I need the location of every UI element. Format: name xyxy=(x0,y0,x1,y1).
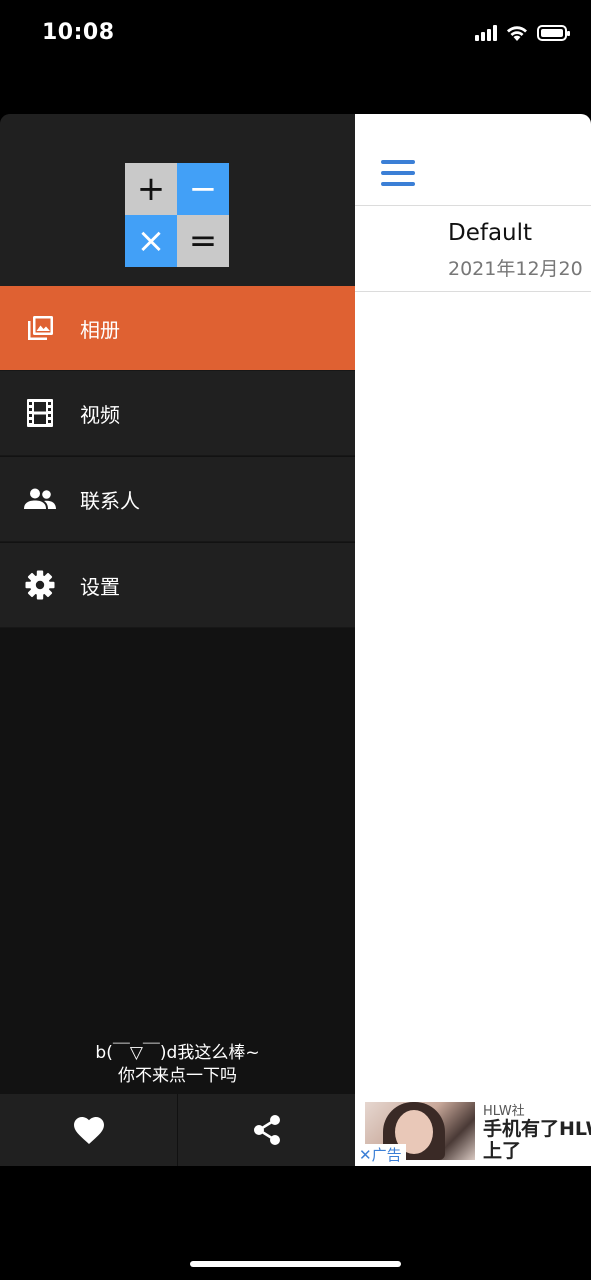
ad-source: HLW社 xyxy=(483,1104,525,1119)
calculator-logo: + − × = xyxy=(125,163,229,267)
menu-item-label: 视频 xyxy=(80,402,120,427)
menu-item-album[interactable]: 相册 xyxy=(0,286,355,371)
menu-item-contacts[interactable]: 联系人 xyxy=(0,457,355,542)
share-button[interactable] xyxy=(177,1094,355,1166)
home-indicator[interactable] xyxy=(190,1261,401,1267)
share-icon xyxy=(253,1115,280,1145)
status-icons xyxy=(475,24,570,42)
cellular-signal-icon xyxy=(475,25,497,41)
like-button[interactable] xyxy=(0,1094,177,1166)
ad-banner[interactable]: ✕广告 HLW社 手机有了HLW 上了 xyxy=(355,1096,591,1166)
photo-library-icon xyxy=(0,286,80,371)
ad-close-button[interactable]: ✕广告 xyxy=(355,1144,406,1166)
app-window: + − × = 相册 视频 联系人 设置 b(￣▽￣)d我这么棒~ 你不来点一下… xyxy=(0,114,591,1166)
status-time: 10:08 xyxy=(42,20,115,45)
ad-title-line-2: 上了 xyxy=(483,1140,522,1162)
album-date: 2021年12月20 xyxy=(448,258,583,280)
app-toolbar xyxy=(355,114,591,206)
logo-minus: − xyxy=(177,163,229,215)
menu-item-label: 设置 xyxy=(80,574,120,599)
navigation-drawer: + − × = 相册 视频 联系人 设置 b(￣▽￣)d我这么棒~ 你不来点一下… xyxy=(0,114,355,1166)
film-icon xyxy=(0,371,80,456)
ad-title-line-1: 手机有了HLW xyxy=(483,1118,591,1140)
menu-item-label: 联系人 xyxy=(80,488,140,513)
gear-icon xyxy=(0,543,80,628)
menu-item-settings[interactable]: 设置 xyxy=(0,543,355,628)
logo-equals: = xyxy=(177,215,229,267)
heart-icon xyxy=(73,1116,104,1144)
logo-times: × xyxy=(125,215,177,267)
menu-icon[interactable] xyxy=(381,160,415,186)
drawer-slogan: b(￣▽￣)d我这么棒~ 你不来点一下吗 xyxy=(0,1042,355,1088)
main-panel: Default 2021年12月20 ✕广告 HLW社 手机有了HLW 上了 xyxy=(355,114,591,1166)
wifi-icon xyxy=(507,26,527,41)
drawer-footer xyxy=(0,1094,355,1166)
album-name: Default xyxy=(448,220,533,246)
menu-item-label: 相册 xyxy=(80,317,120,342)
album-list-item[interactable]: Default 2021年12月20 xyxy=(355,206,591,292)
people-icon xyxy=(0,457,80,542)
logo-plus: + xyxy=(125,163,177,215)
battery-icon xyxy=(537,25,570,41)
slogan-line-1: b(￣▽￣)d我这么棒~ xyxy=(95,1043,260,1063)
status-bar: 10:08 xyxy=(0,0,591,70)
slogan-line-2: 你不来点一下吗 xyxy=(118,1066,237,1086)
drawer-header: + − × = xyxy=(0,114,355,286)
menu-item-video[interactable]: 视频 xyxy=(0,371,355,456)
ad-title: 手机有了HLW 上了 xyxy=(483,1118,591,1162)
